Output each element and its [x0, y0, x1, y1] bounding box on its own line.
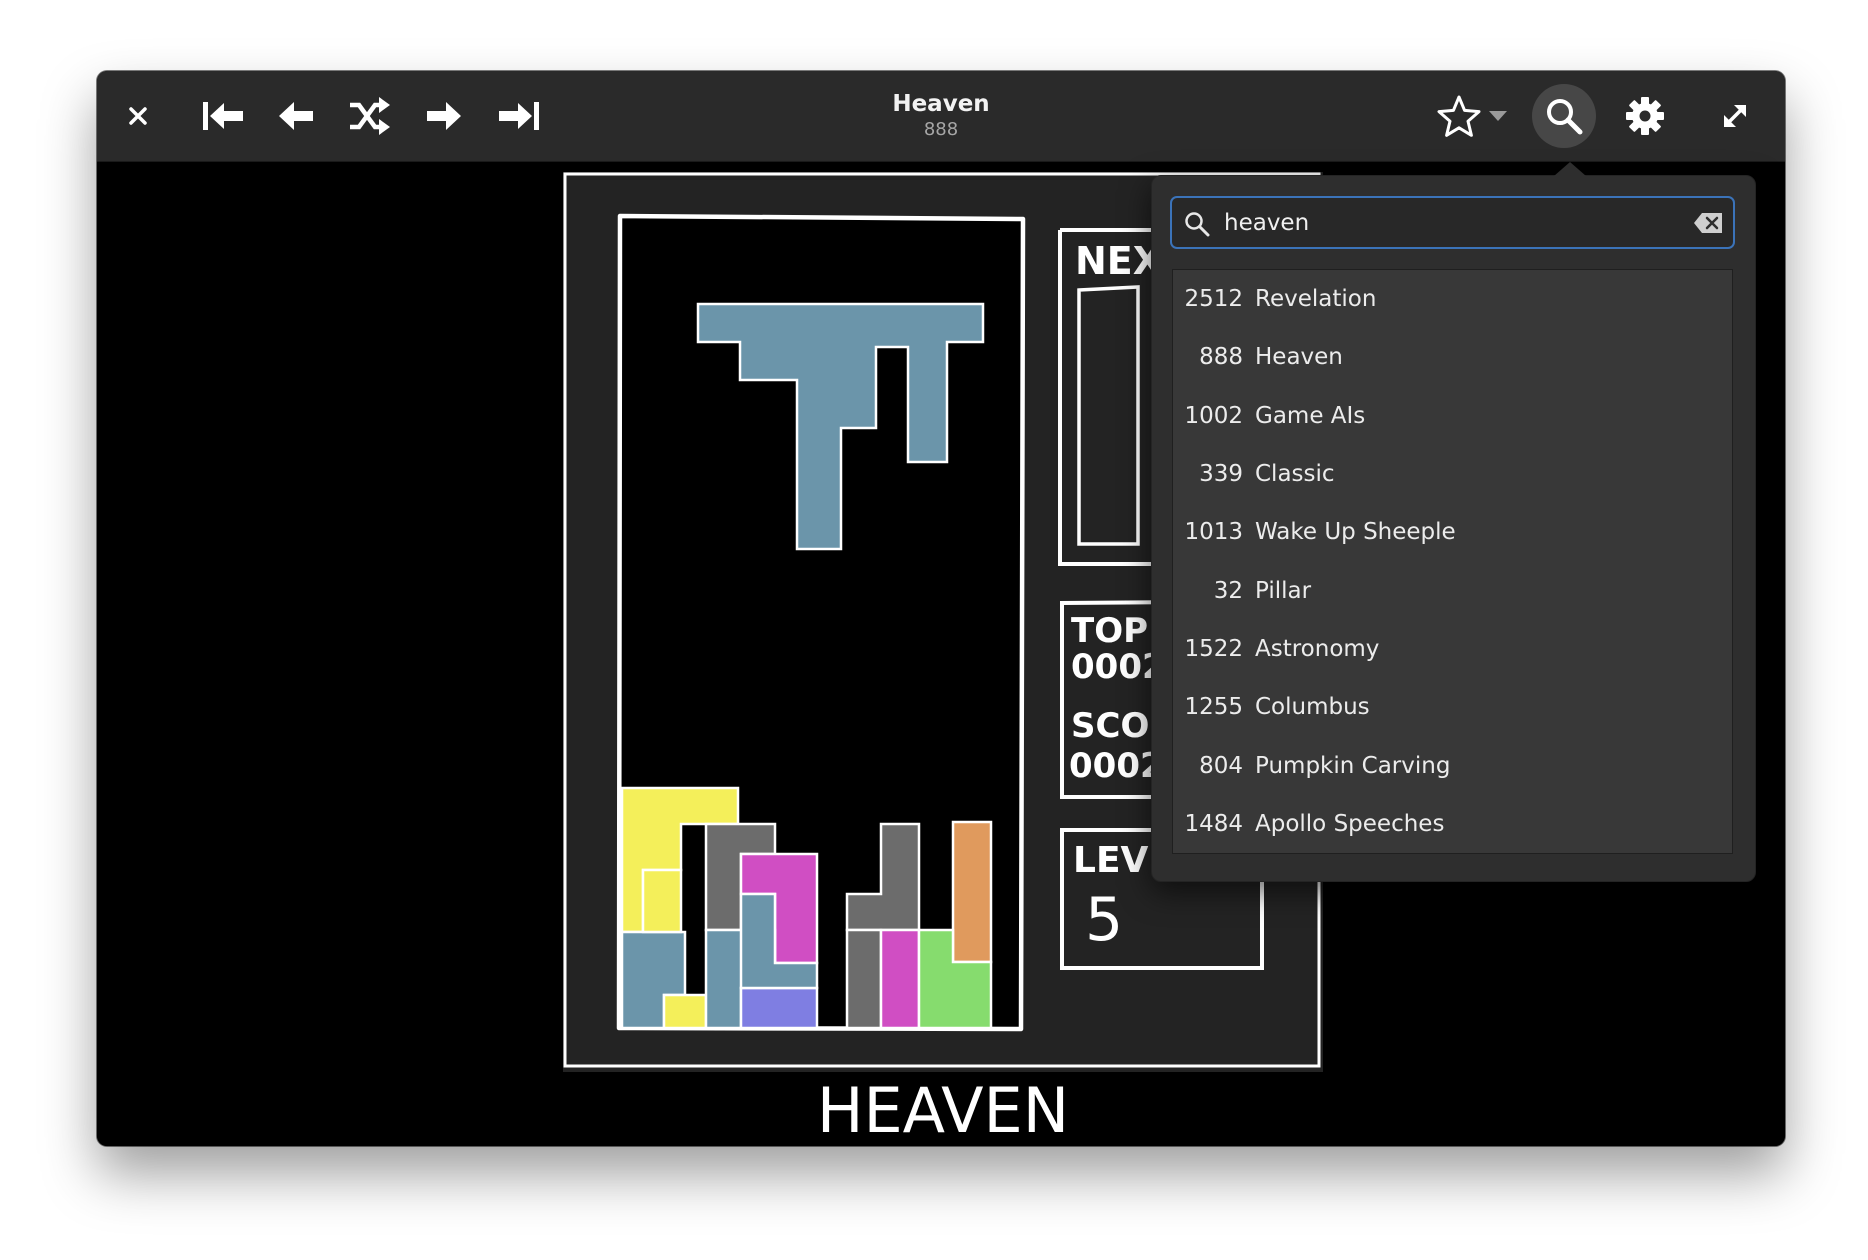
result-number: 1013: [1184, 519, 1243, 546]
result-number: 1002: [1184, 402, 1243, 429]
star-icon: [1437, 95, 1481, 137]
result-title: Revelation: [1255, 286, 1377, 313]
search-result-item[interactable]: 2512 Revelation: [1173, 270, 1732, 328]
search-result-item[interactable]: 888 Heaven: [1173, 328, 1732, 386]
top-label: TOP: [1071, 611, 1148, 651]
result-title: Columbus: [1255, 694, 1370, 721]
next-label: NEX: [1075, 239, 1162, 283]
result-title: Astronomy: [1255, 635, 1380, 662]
search-result-item[interactable]: 804 Pumpkin Carving: [1173, 736, 1732, 794]
result-number: 32: [1213, 577, 1243, 604]
result-title: Pillar: [1255, 577, 1312, 604]
fullscreen-icon: [1724, 105, 1746, 127]
bookmark-button[interactable]: [1433, 90, 1485, 142]
search-input[interactable]: [1224, 198, 1674, 247]
result-number: 2512: [1184, 286, 1243, 313]
search-field[interactable]: [1170, 196, 1735, 249]
result-title: Apollo Speeches: [1255, 810, 1445, 837]
result-title: Game AIs: [1255, 402, 1366, 429]
level-value: 5: [1085, 885, 1123, 955]
result-title: Wake Up Sheeple: [1255, 519, 1456, 546]
search-icon: [1547, 99, 1583, 135]
result-number: 1255: [1184, 694, 1243, 721]
bookmark-menu-button[interactable]: [1483, 90, 1513, 142]
result-number: 1522: [1184, 635, 1243, 662]
gear-icon: [1626, 97, 1664, 135]
popover-arrow: [1554, 162, 1586, 176]
result-number: 804: [1199, 752, 1243, 779]
search-button[interactable]: [1532, 84, 1596, 148]
fullscreen-button[interactable]: [1709, 90, 1761, 142]
settings-button[interactable]: [1619, 90, 1671, 142]
result-title: Classic: [1255, 461, 1335, 488]
clear-search-icon[interactable]: [1693, 212, 1723, 234]
search-result-item[interactable]: 32 Pillar: [1173, 561, 1732, 619]
result-number: 1484: [1184, 810, 1243, 837]
result-title: Pumpkin Carving: [1255, 752, 1451, 779]
chevron-down-icon: [1489, 111, 1507, 121]
comic-caption: HEAVEN: [817, 1074, 1069, 1142]
search-result-item[interactable]: 1255 Columbus: [1173, 678, 1732, 736]
header-bar: Heaven 888: [97, 71, 1785, 162]
result-number: 339: [1199, 461, 1243, 488]
search-result-item[interactable]: 1013 Wake Up Sheeple: [1173, 503, 1732, 561]
result-number: 888: [1199, 344, 1243, 371]
search-result-item[interactable]: 339 Classic: [1173, 445, 1732, 503]
search-icon: [1185, 212, 1210, 237]
search-popover: 2512 Revelation 888 Heaven 1002 Game AIs 339 Cl…: [1151, 162, 1756, 882]
search-result-item[interactable]: 1002 Game AIs: [1173, 387, 1732, 445]
app-window: Heaven 888 NEX TOP 0002 SCOR 0002 LEVEL …: [97, 71, 1785, 1146]
score-value: 0002: [1069, 746, 1164, 786]
search-result-item[interactable]: 1522 Astronomy: [1173, 620, 1732, 678]
search-results-list: 2512 Revelation 888 Heaven 1002 Game AIs 339 Cl…: [1172, 269, 1733, 854]
result-title: Heaven: [1255, 344, 1343, 371]
search-result-item[interactable]: 1484 Apollo Speeches: [1173, 795, 1732, 853]
